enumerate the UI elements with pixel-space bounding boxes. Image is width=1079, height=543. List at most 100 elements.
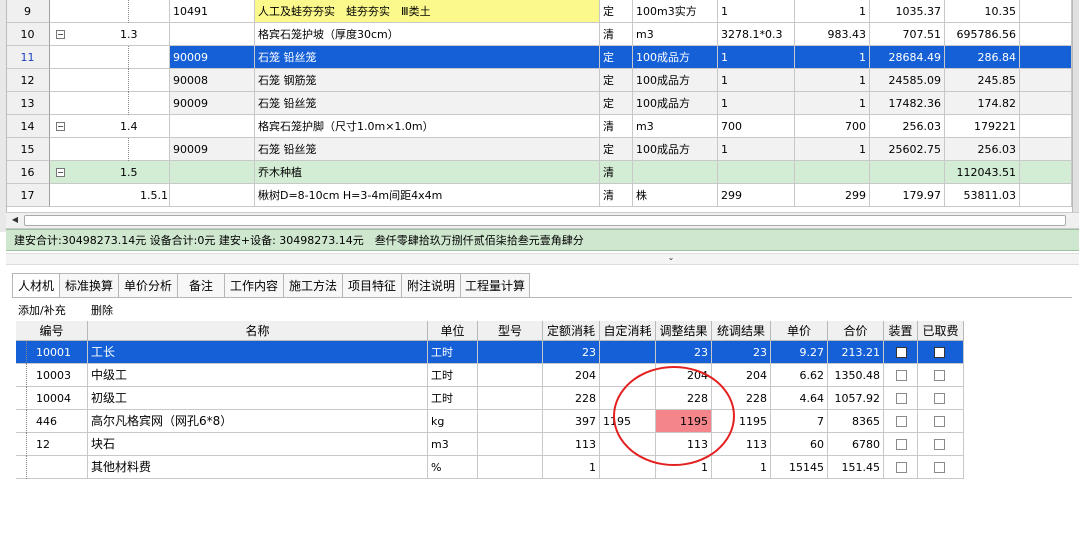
cell-price[interactable]: 7 bbox=[771, 410, 828, 433]
cell-tree[interactable]: 1.4− bbox=[50, 115, 170, 138]
cell-unit[interactable]: 工时 bbox=[428, 387, 478, 410]
header-adjust[interactable]: 调整结果 bbox=[656, 321, 712, 341]
cell-price[interactable]: 24585.09 bbox=[870, 69, 945, 92]
cell-qty[interactable]: 1 bbox=[795, 69, 870, 92]
cell-qty[interactable]: 983.43 bbox=[795, 23, 870, 46]
cell-total[interactable]: 213.21 bbox=[828, 341, 884, 364]
cell-total[interactable]: 112043.51 bbox=[945, 161, 1020, 184]
header-custom[interactable]: 自定消耗 bbox=[600, 321, 656, 341]
cell-unit[interactable] bbox=[633, 161, 718, 184]
cell-type[interactable]: 定 bbox=[600, 138, 633, 161]
cell-unit[interactable]: kg bbox=[428, 410, 478, 433]
cell-price[interactable]: 60 bbox=[771, 433, 828, 456]
device-checkbox[interactable] bbox=[896, 370, 907, 381]
cell-tree[interactable]: 1.5− bbox=[50, 161, 170, 184]
fee-checkbox[interactable] bbox=[934, 370, 945, 381]
cell-price[interactable]: 28684.49 bbox=[870, 46, 945, 69]
delete-button[interactable]: 删除 bbox=[91, 302, 113, 320]
item-row[interactable]: 12 90008 石笼 钢筋笼定 100成品方 1 1 24585.09 245.85 bbox=[0, 69, 1079, 92]
cell-qty[interactable]: 1 bbox=[795, 46, 870, 69]
cell-unit[interactable]: 100成品方 bbox=[633, 92, 718, 115]
cell-unit[interactable]: 100m3实方 bbox=[633, 0, 718, 23]
header-fee[interactable]: 已取费 bbox=[918, 321, 964, 341]
scroll-left-arrow-icon[interactable]: ◀ bbox=[8, 213, 22, 226]
cell-type[interactable]: 清 bbox=[600, 161, 633, 184]
cell-expr[interactable]: 3278.1*0.3 bbox=[718, 23, 795, 46]
tree-expander-icon[interactable]: − bbox=[56, 168, 65, 177]
item-row[interactable]: 10 1.3− 格宾石笼护坡（厚度30cm）清 m3 3278.1*0.3 983.43 7… bbox=[0, 23, 1079, 46]
cell-price[interactable]: 25602.75 bbox=[870, 138, 945, 161]
cell-type[interactable]: 清 bbox=[600, 23, 633, 46]
cell-quota[interactable]: 204 bbox=[543, 364, 600, 387]
cell-price[interactable]: 707.51 bbox=[870, 23, 945, 46]
cell-total[interactable]: 174.82 bbox=[945, 92, 1020, 115]
cell-name[interactable]: 格宾石笼护坡（厚度30cm） bbox=[255, 23, 600, 46]
cell-unit[interactable]: 株 bbox=[633, 184, 718, 207]
cell-sub[interactable] bbox=[170, 115, 255, 138]
cell-tree[interactable]: 1.3− bbox=[50, 23, 170, 46]
cell-extra[interactable] bbox=[1020, 46, 1072, 69]
cell-name[interactable]: 楸树D=8-10cm H=3-4m间距4x4m bbox=[255, 184, 600, 207]
cell-price[interactable]: 4.64 bbox=[771, 387, 828, 410]
cell-model[interactable] bbox=[478, 410, 543, 433]
item-row[interactable]: 13 90009 石笼 铅丝笼定 100成品方 1 1 17482.36 174.82 bbox=[0, 92, 1079, 115]
item-row[interactable]: 17 1.5.1 楸树D=8-10cm H=3-4m间距4x4m 清株 299 299 17… bbox=[0, 184, 1079, 207]
cell-fee[interactable] bbox=[918, 364, 964, 387]
device-checkbox[interactable] bbox=[896, 462, 907, 473]
cell-total[interactable]: 6780 bbox=[828, 433, 884, 456]
cell-price[interactable]: 17482.36 bbox=[870, 92, 945, 115]
cell-sub[interactable]: 90009 bbox=[170, 138, 255, 161]
cell-name[interactable]: 初级工 bbox=[88, 387, 428, 410]
cell-qty[interactable]: 1 bbox=[795, 0, 870, 23]
cell-tree[interactable]: 1.5.1 bbox=[50, 184, 170, 207]
cell-name[interactable]: 工长 bbox=[88, 341, 428, 364]
cell-type[interactable]: 定 bbox=[600, 46, 633, 69]
cell-price[interactable]: 6.62 bbox=[771, 364, 828, 387]
cell-expr[interactable] bbox=[718, 161, 795, 184]
cell-unit[interactable]: 100成品方 bbox=[633, 138, 718, 161]
header-name[interactable]: 名称 bbox=[88, 321, 428, 341]
header-unified[interactable]: 统调结果 bbox=[712, 321, 771, 341]
device-checkbox[interactable] bbox=[896, 416, 907, 427]
cell-qty[interactable]: 700 bbox=[795, 115, 870, 138]
cell-qty[interactable]: 299 bbox=[795, 184, 870, 207]
cell-unified[interactable]: 1 bbox=[712, 456, 771, 479]
cell-price[interactable]: 179.97 bbox=[870, 184, 945, 207]
cell-fee[interactable] bbox=[918, 410, 964, 433]
cell-qty[interactable]: 1 bbox=[795, 138, 870, 161]
cell-extra[interactable] bbox=[1020, 161, 1072, 184]
cell-price[interactable]: 9.27 bbox=[771, 341, 828, 364]
device-checkbox[interactable] bbox=[896, 347, 907, 358]
cell-name[interactable]: 中级工 bbox=[88, 364, 428, 387]
cell-price[interactable] bbox=[870, 161, 945, 184]
collapse-chevron-icon[interactable]: ⌄ bbox=[664, 253, 678, 263]
cell-expr[interactable]: 700 bbox=[718, 115, 795, 138]
cell-extra[interactable] bbox=[1020, 115, 1072, 138]
fee-checkbox[interactable] bbox=[934, 439, 945, 450]
fee-checkbox[interactable] bbox=[934, 462, 945, 473]
cell-sub[interactable]: 90009 bbox=[170, 46, 255, 69]
cell-total[interactable]: 695786.56 bbox=[945, 23, 1020, 46]
cell-extra[interactable] bbox=[1020, 184, 1072, 207]
cell-quota[interactable]: 23 bbox=[543, 341, 600, 364]
cell-type[interactable]: 清 bbox=[600, 184, 633, 207]
cell-name[interactable]: 块石 bbox=[88, 433, 428, 456]
cell-name[interactable]: 格宾石笼护脚（尺寸1.0m×1.0m） bbox=[255, 115, 600, 138]
device-checkbox[interactable] bbox=[896, 439, 907, 450]
cell-total[interactable]: 245.85 bbox=[945, 69, 1020, 92]
cell-total[interactable]: 53811.03 bbox=[945, 184, 1020, 207]
tab-6[interactable]: 施工方法 bbox=[283, 273, 343, 297]
tab-5[interactable]: 工作内容 bbox=[224, 273, 284, 297]
fee-checkbox[interactable] bbox=[934, 416, 945, 427]
item-row[interactable]: 14 1.4− 格宾石笼护脚（尺寸1.0m×1.0m）清 m3 700 700 256.03… bbox=[0, 115, 1079, 138]
cell-model[interactable] bbox=[478, 456, 543, 479]
cell-tree[interactable] bbox=[50, 69, 170, 92]
cell-model[interactable] bbox=[478, 433, 543, 456]
cell-qty[interactable] bbox=[795, 161, 870, 184]
cell-extra[interactable] bbox=[1020, 92, 1072, 115]
cell-sub[interactable]: 90008 bbox=[170, 69, 255, 92]
device-checkbox[interactable] bbox=[896, 393, 907, 404]
tab-3[interactable]: 单价分析 bbox=[118, 273, 178, 297]
header-unit[interactable]: 单位 bbox=[428, 321, 478, 341]
cell-model[interactable] bbox=[478, 341, 543, 364]
